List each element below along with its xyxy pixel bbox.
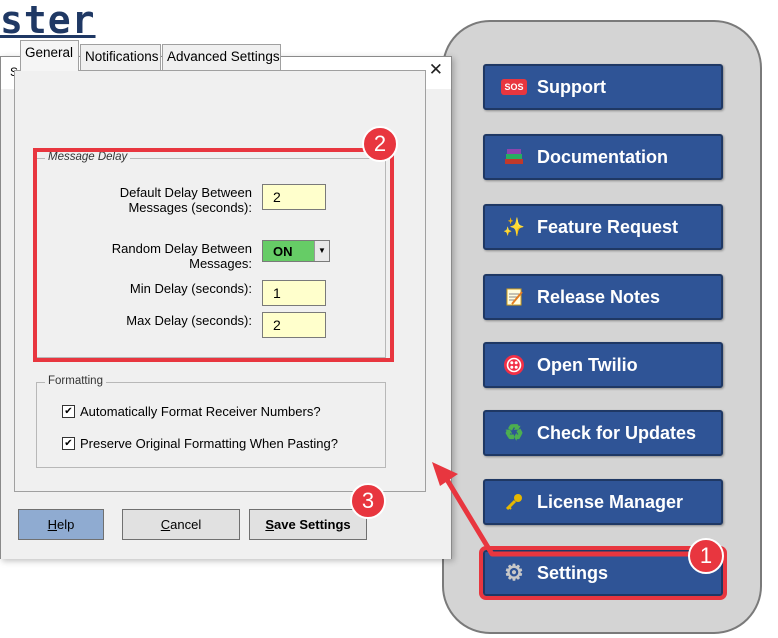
step-badge-2: 2	[362, 126, 398, 162]
step-badge-1: 1	[688, 538, 724, 574]
tab-general[interactable]: General	[20, 40, 79, 71]
annotation-arrow	[432, 462, 724, 557]
step-badge-3: 3	[350, 483, 386, 519]
